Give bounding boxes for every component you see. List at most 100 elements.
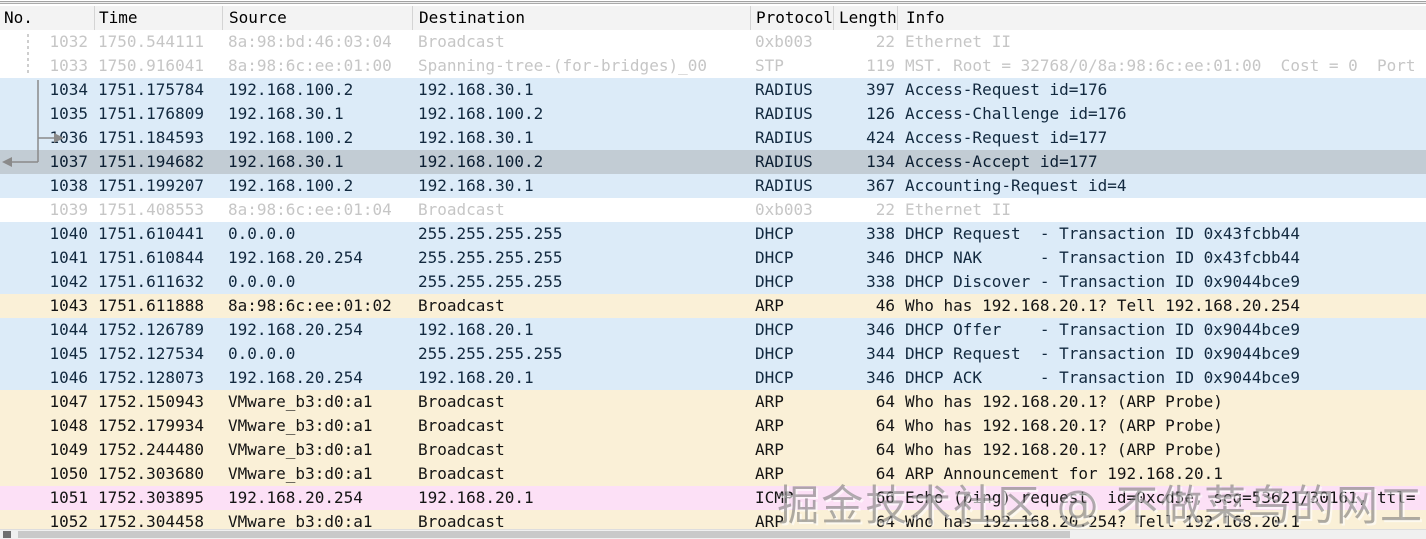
cell-length: 22 — [833, 198, 897, 222]
cell-source: VMware_b3:d0:a1 — [222, 438, 412, 462]
cell-time: 1752.303895 — [94, 486, 222, 510]
packet-row[interactable]: 10401751.6104410.0.0.0255.255.255.255DHC… — [0, 222, 1426, 246]
cell-info: Who has 192.168.20.1? (ARP Probe) — [897, 414, 1426, 438]
horizontal-scrollbar-thumb[interactable] — [18, 531, 1070, 538]
cell-destination: 192.168.30.1 — [412, 126, 750, 150]
horizontal-scrollbar[interactable] — [0, 529, 1426, 539]
cell-source: 192.168.100.2 — [222, 174, 412, 198]
column-header-length[interactable]: Length — [833, 6, 897, 30]
cell-source: 192.168.20.254 — [222, 246, 412, 270]
packet-row[interactable]: 10431751.6118888a:98:6c:ee:01:02Broadcas… — [0, 294, 1426, 318]
packet-row[interactable]: 10361751.184593192.168.100.2192.168.30.1… — [0, 126, 1426, 150]
cell-no: 1046 — [0, 366, 94, 390]
cell-length: 64 — [833, 390, 897, 414]
cell-destination: 192.168.100.2 — [412, 150, 750, 174]
packet-row[interactable]: 10411751.610844192.168.20.254255.255.255… — [0, 246, 1426, 270]
cell-destination: 255.255.255.255 — [412, 222, 750, 246]
cell-no: 1041 — [0, 246, 94, 270]
cell-info: Access-Request id=176 — [897, 78, 1426, 102]
cell-source: 8a:98:6c:ee:01:00 — [222, 54, 412, 78]
cell-destination: 255.255.255.255 — [412, 246, 750, 270]
cell-info: DHCP Discover - Transaction ID 0x9044bce… — [897, 270, 1426, 294]
cell-source: 8a:98:bd:46:03:04 — [222, 30, 412, 54]
cell-source: 0.0.0.0 — [222, 222, 412, 246]
packet-row[interactable]: 10381751.199207192.168.100.2192.168.30.1… — [0, 174, 1426, 198]
cell-destination: 192.168.30.1 — [412, 78, 750, 102]
cell-protocol: STP — [750, 54, 833, 78]
cell-info: DHCP NAK - Transaction ID 0x43fcbb44 — [897, 246, 1426, 270]
cell-destination: Broadcast — [412, 30, 750, 54]
cell-time: 1752.128073 — [94, 366, 222, 390]
cell-info: Who has 192.168.20.1? (ARP Probe) — [897, 438, 1426, 462]
packet-row[interactable]: 10421751.6116320.0.0.0255.255.255.255DHC… — [0, 270, 1426, 294]
cell-protocol: DHCP — [750, 342, 833, 366]
cell-length: 367 — [833, 174, 897, 198]
cell-info: MST. Root = 32768/0/8a:98:6c:ee:01:00 Co… — [897, 54, 1426, 78]
cell-no: 1040 — [0, 222, 94, 246]
column-header-no[interactable]: No. — [0, 6, 94, 30]
cell-no: 1032 — [0, 30, 94, 54]
packet-row[interactable]: 10391751.4085538a:98:6c:ee:01:04Broadcas… — [0, 198, 1426, 222]
cell-length: 126 — [833, 102, 897, 126]
cell-time: 1750.544111 — [94, 30, 222, 54]
cell-destination: 192.168.30.1 — [412, 174, 750, 198]
column-header-info[interactable]: Info — [897, 6, 1426, 30]
cell-info: Access-Accept id=177 — [897, 150, 1426, 174]
packet-row[interactable]: 10481752.179934VMware_b3:d0:a1BroadcastA… — [0, 414, 1426, 438]
cell-destination: Broadcast — [412, 390, 750, 414]
cell-no: 1044 — [0, 318, 94, 342]
packet-row[interactable]: 10371751.194682192.168.30.1192.168.100.2… — [0, 150, 1426, 174]
cell-no: 1043 — [0, 294, 94, 318]
cell-destination: Spanning-tree-(for-bridges)_00 — [412, 54, 750, 78]
column-header-protocol[interactable]: Protocol — [750, 6, 833, 30]
watermark-text: 掘金技术社区 @ 不做菜鸟的网工 — [777, 472, 1424, 533]
cell-protocol: 0xb003 — [750, 30, 833, 54]
cell-length: 346 — [833, 246, 897, 270]
cell-no: 1051 — [0, 486, 94, 510]
cell-no: 1042 — [0, 270, 94, 294]
column-header-source[interactable]: Source — [222, 6, 412, 30]
cell-destination: 255.255.255.255 — [412, 342, 750, 366]
cell-source: VMware_b3:d0:a1 — [222, 390, 412, 414]
packet-row[interactable]: 10331750.9160418a:98:6c:ee:01:00Spanning… — [0, 54, 1426, 78]
cell-length: 346 — [833, 366, 897, 390]
cell-destination: Broadcast — [412, 462, 750, 486]
cell-no: 1049 — [0, 438, 94, 462]
cell-length: 338 — [833, 270, 897, 294]
cell-protocol: DHCP — [750, 366, 833, 390]
packet-row[interactable]: 10321750.5441118a:98:bd:46:03:04Broadcas… — [0, 30, 1426, 54]
packet-row[interactable]: 10461752.128073192.168.20.254192.168.20.… — [0, 366, 1426, 390]
cell-destination: 192.168.100.2 — [412, 102, 750, 126]
cell-protocol: DHCP — [750, 318, 833, 342]
scrollbar-corner-mark — [3, 531, 11, 538]
cell-time: 1751.611632 — [94, 270, 222, 294]
cell-source: VMware_b3:d0:a1 — [222, 462, 412, 486]
cell-info: DHCP Request - Transaction ID 0x9044bce9 — [897, 342, 1426, 366]
cell-protocol: RADIUS — [750, 78, 833, 102]
packet-row[interactable]: 10471752.150943VMware_b3:d0:a1BroadcastA… — [0, 390, 1426, 414]
cell-no: 1048 — [0, 414, 94, 438]
packet-row[interactable]: 10491752.244480VMware_b3:d0:a1BroadcastA… — [0, 438, 1426, 462]
packet-list-header: No.TimeSourceDestinationProtocolLengthIn… — [0, 6, 1426, 31]
cell-length: 346 — [833, 318, 897, 342]
cell-length: 64 — [833, 438, 897, 462]
cell-no: 1034 — [0, 78, 94, 102]
cell-source: 192.168.20.254 — [222, 366, 412, 390]
cell-protocol: ARP — [750, 414, 833, 438]
cell-time: 1752.127534 — [94, 342, 222, 366]
packet-row[interactable]: 10441752.126789192.168.20.254192.168.20.… — [0, 318, 1426, 342]
packet-row[interactable]: 10451752.1275340.0.0.0255.255.255.255DHC… — [0, 342, 1426, 366]
cell-source: 192.168.100.2 — [222, 126, 412, 150]
cell-length: 338 — [833, 222, 897, 246]
packet-row[interactable]: 10341751.175784192.168.100.2192.168.30.1… — [0, 78, 1426, 102]
cell-info: DHCP Request - Transaction ID 0x43fcbb44 — [897, 222, 1426, 246]
cell-length: 397 — [833, 78, 897, 102]
cell-destination: 192.168.20.1 — [412, 318, 750, 342]
column-header-destination[interactable]: Destination — [412, 6, 750, 30]
column-header-time[interactable]: Time — [94, 6, 222, 30]
cell-no: 1036 — [0, 126, 94, 150]
packet-row[interactable]: 10351751.176809192.168.30.1192.168.100.2… — [0, 102, 1426, 126]
cell-destination: Broadcast — [412, 438, 750, 462]
cell-source: 192.168.100.2 — [222, 78, 412, 102]
cell-time: 1751.199207 — [94, 174, 222, 198]
